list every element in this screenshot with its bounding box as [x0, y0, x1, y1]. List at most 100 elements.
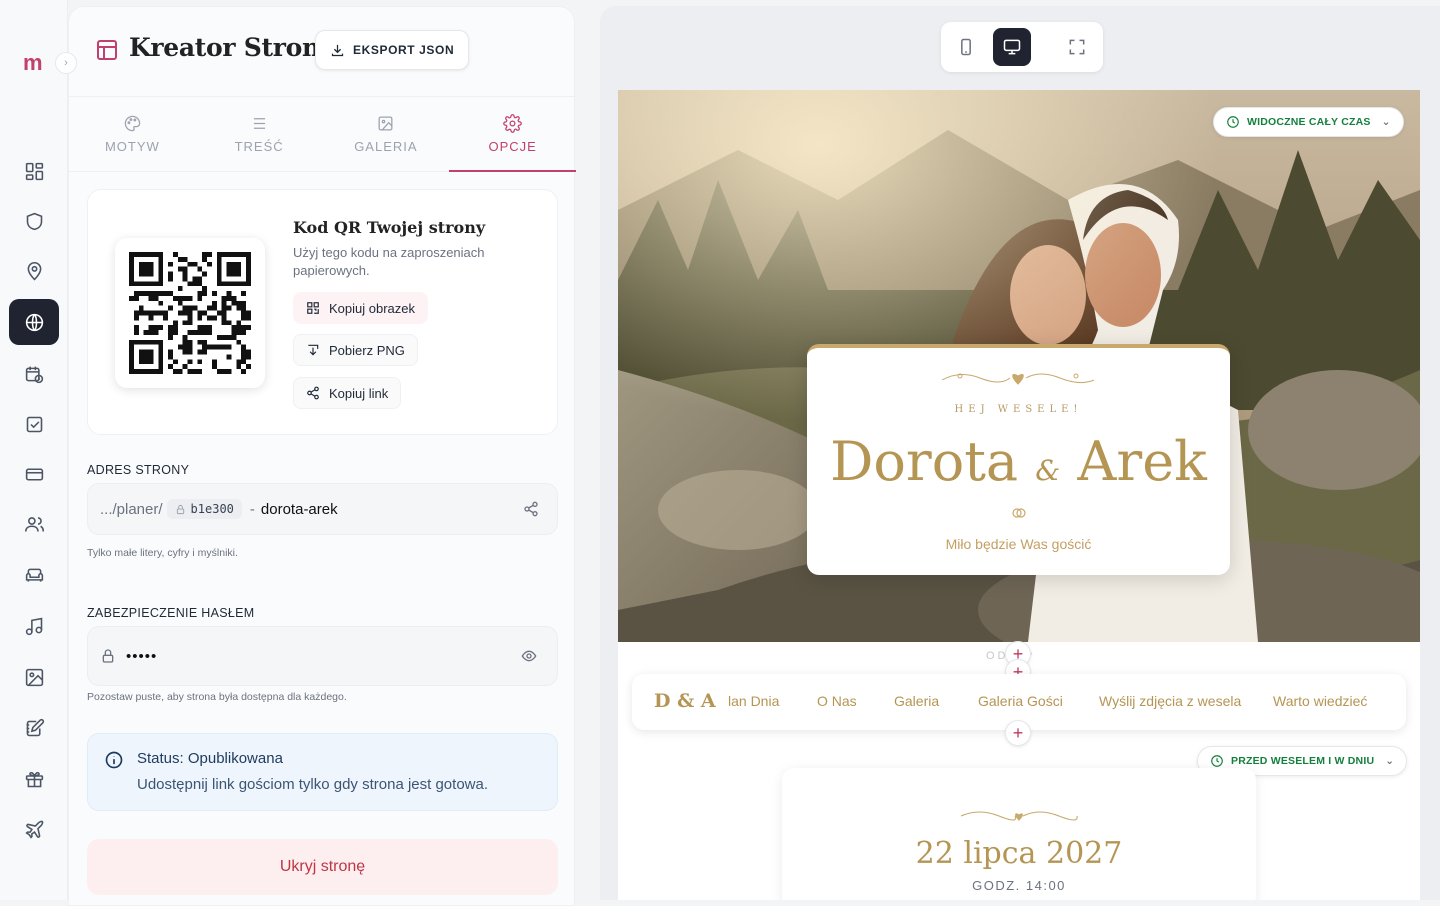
ampersand: &: [1035, 454, 1061, 487]
download-icon: [331, 44, 344, 56]
desktop-view-button[interactable]: [993, 28, 1031, 66]
menu-lines-icon: [253, 118, 265, 129]
checklist-icon[interactable]: [9, 401, 59, 447]
copy-link-label: Kopiuj link: [329, 385, 389, 401]
address-label: ADRES STRONY: [87, 463, 190, 477]
status-text: Udostępnij link gościom tylko gdy strona…: [137, 776, 489, 793]
rings-icon: [1012, 508, 1026, 518]
dashboard-icon[interactable]: [9, 148, 59, 194]
address-hint: Tylko małe litery, cyfry i myślniki.: [87, 547, 238, 559]
tab-label: TREŚĆ: [234, 139, 284, 154]
clock-icon: [1227, 116, 1239, 128]
sofa-icon[interactable]: [9, 552, 59, 598]
globe-icon[interactable]: [9, 299, 59, 345]
chevron-right-icon: ›: [64, 57, 68, 69]
clock-icon: [1211, 755, 1223, 767]
tab-opcje[interactable]: OPCJE: [449, 97, 576, 172]
phone-icon: [961, 38, 971, 56]
chevron-down-icon: ⌄: [1385, 755, 1395, 767]
website-preview: WIDOCZNE CAŁY CZAS ⌄ HEJ WESELE! Dorota …: [618, 90, 1420, 900]
location-pin-icon[interactable]: [9, 248, 59, 294]
mobile-view-button[interactable]: [947, 28, 985, 66]
tab-label: OPCJE: [488, 139, 537, 154]
password-field[interactable]: •••••: [87, 626, 558, 686]
monitor-icon: [1003, 39, 1021, 55]
credit-card-icon[interactable]: [9, 451, 59, 497]
section-visibility-label: PRZED WESELEM I W DNIU: [1231, 755, 1375, 767]
calendar-clock-icon[interactable]: [9, 351, 59, 397]
hero-greeting: HEJ WESELE!: [954, 404, 1083, 415]
eye-icon[interactable]: [521, 648, 537, 664]
palette-icon: [124, 115, 141, 132]
shield-icon[interactable]: [9, 198, 59, 244]
gear-icon: [503, 114, 522, 133]
url-separator: -: [249, 500, 255, 518]
download-png-label: Pobierz PNG: [329, 342, 405, 358]
plane-icon[interactable]: [9, 806, 59, 852]
share-icon: [307, 386, 319, 400]
share-icon[interactable]: [523, 501, 539, 517]
hide-page-button[interactable]: Ukryj stronę: [87, 839, 558, 895]
url-slug-input[interactable]: dorota-arek: [261, 501, 338, 518]
status-title: Status: Opublikowana: [137, 750, 283, 767]
qr-description: Użyj tego kodu na zaproszeniach papierow…: [293, 245, 485, 278]
tab-tresc[interactable]: TREŚĆ: [196, 97, 323, 171]
wedding-time: GODZ. 14:00: [972, 878, 1066, 893]
add-section-button[interactable]: +: [1005, 720, 1031, 746]
floral-ornament-icon: [941, 373, 1095, 385]
download-png-button[interactable]: Pobierz PNG: [293, 334, 418, 366]
password-hint: Pozostaw puste, aby strona była dostępna…: [87, 691, 347, 703]
fullscreen-button[interactable]: [1058, 28, 1096, 66]
tab-galeria[interactable]: GALERIA: [323, 97, 450, 171]
couple-names: Dorota & Arek: [807, 430, 1230, 493]
tab-label: GALERIA: [354, 139, 418, 154]
password-input[interactable]: •••••: [126, 648, 157, 665]
qr-card: Kod QR Twojej strony Użyj tego kodu na z…: [87, 189, 558, 435]
gift-icon[interactable]: [9, 756, 59, 802]
editor-panel: Kreator Strony EKSPORT JSON MOTYW TREŚĆ …: [68, 6, 576, 906]
notes-icon[interactable]: [9, 705, 59, 751]
guests-icon[interactable]: [9, 501, 59, 547]
chevron-down-icon: ⌄: [1381, 116, 1391, 128]
url-id: b1e300: [190, 502, 234, 516]
music-icon[interactable]: [9, 603, 59, 649]
image-icon: [378, 116, 393, 131]
qr-code: [115, 238, 265, 388]
nav-item-plan-dnia[interactable]: lan Dnia: [728, 693, 779, 709]
sidebar-rail: m: [0, 0, 68, 900]
export-json-button[interactable]: EKSPORT JSON: [315, 30, 470, 70]
device-switcher: [941, 22, 1103, 72]
copy-image-label: Kopiuj obrazek: [329, 300, 415, 316]
expand-sidebar-button[interactable]: ›: [55, 52, 77, 74]
app-logo[interactable]: m: [23, 50, 43, 76]
layout-icon: [95, 38, 119, 62]
address-field[interactable]: .../planer/ b1e300 - dorota-arek: [87, 483, 558, 535]
visibility-label: WIDOCZNE CAŁY CZAS: [1247, 116, 1371, 128]
date-card: 22 lipca 2027 GODZ. 14:00: [782, 768, 1256, 900]
qr-icon: [307, 302, 319, 314]
name-one: Dorota: [830, 430, 1019, 493]
url-id-badge: b1e300: [166, 499, 242, 519]
page-title: Kreator Strony: [129, 33, 335, 62]
nav-item-wyslij-zdjecia[interactable]: Wyślij zdjęcia z wesela: [1099, 693, 1241, 709]
hero-subtitle: Miło będzie Was gościć: [945, 536, 1092, 552]
wedding-date: 22 lipca 2027: [915, 836, 1123, 871]
status-box: Status: Opublikowana Udostępnij link goś…: [87, 733, 558, 811]
nav-item-warto-wiedziec[interactable]: Warto wiedzieć: [1273, 693, 1367, 709]
lock-icon: [176, 504, 184, 514]
copy-link-button[interactable]: Kopiuj link: [293, 377, 402, 409]
export-json-label: EKSPORT JSON: [353, 43, 455, 57]
nav-logo[interactable]: D & A: [654, 690, 716, 712]
name-two: Arek: [1077, 430, 1207, 493]
lock-icon: [102, 649, 114, 663]
visibility-dropdown[interactable]: WIDOCZNE CAŁY CZAS ⌄: [1213, 107, 1404, 137]
image-icon[interactable]: [9, 654, 59, 700]
nav-item-galeria[interactable]: Galeria: [894, 693, 939, 709]
editor-tabs: MOTYW TREŚĆ GALERIA OPCJE: [69, 96, 576, 172]
copy-image-button[interactable]: Kopiuj obrazek: [293, 292, 428, 324]
tab-motyw[interactable]: MOTYW: [69, 97, 196, 171]
password-label: ZABEZPIECZENIE HASŁEM: [87, 606, 255, 620]
nav-item-galeria-gosci[interactable]: Galeria Gości: [978, 693, 1063, 709]
qr-title: Kod QR Twojej strony: [293, 218, 486, 237]
nav-item-o-nas[interactable]: O Nas: [817, 693, 857, 709]
